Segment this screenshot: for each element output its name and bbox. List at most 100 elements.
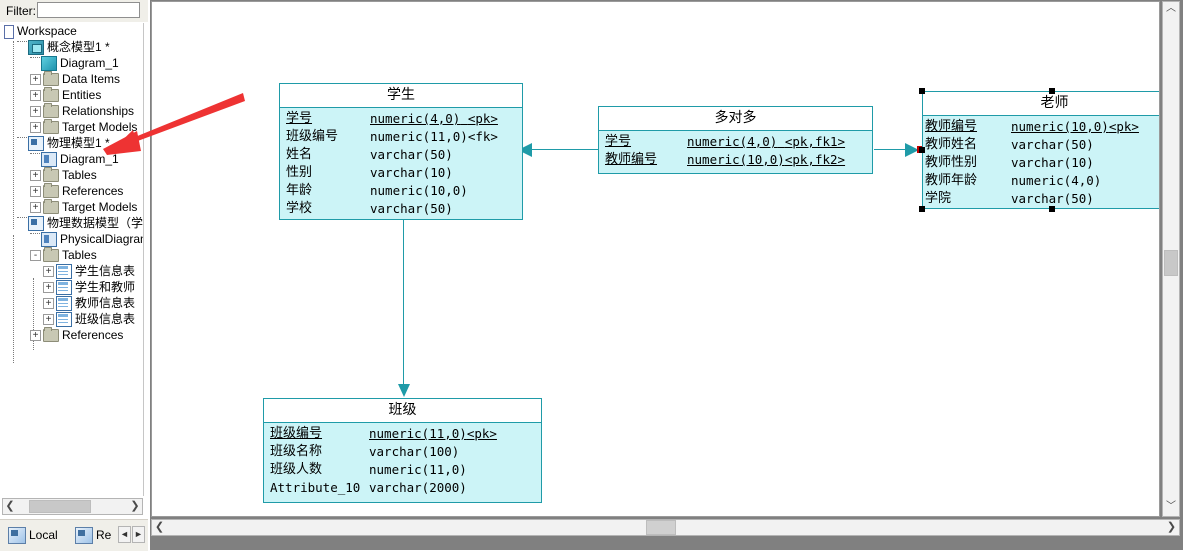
tree-connector-line: [30, 57, 40, 70]
table-row[interactable]: 学院 varchar(50): [923, 190, 1159, 208]
table-row[interactable]: 教师年龄 numeric(4,0): [923, 172, 1159, 190]
table-row[interactable]: 教师姓名 varchar(50): [923, 136, 1159, 154]
tree-expander-icon[interactable]: +: [30, 186, 41, 198]
tree-item-label: 班级信息表: [75, 312, 136, 326]
tree-expander-icon[interactable]: +: [43, 314, 54, 326]
scroll-right-arrow-icon[interactable]: ❯: [128, 499, 142, 514]
folder-icon: [43, 87, 59, 103]
tree-item-11[interactable]: + Target Models: [0, 199, 143, 215]
entity-student-title: 学生: [280, 84, 522, 108]
table-row[interactable]: 年龄 numeric(10,0): [280, 182, 522, 200]
table-row[interactable]: 班级人数 numeric(11,0): [264, 461, 541, 479]
tree-expander-icon[interactable]: +: [30, 202, 41, 214]
entity-class[interactable]: 班级 班级编号 numeric(11,0)<pk> 班级名称 varchar(100…: [263, 398, 542, 503]
vertical-scrollbar-thumb[interactable]: [1164, 250, 1178, 276]
tree-expander-icon[interactable]: +: [30, 170, 41, 182]
tree-expander-icon[interactable]: +: [43, 298, 54, 310]
folder-icon: [43, 247, 59, 263]
scroll-up-arrow-icon[interactable]: ︿: [1163, 2, 1179, 18]
tree-item-0[interactable]: Workspace: [0, 23, 143, 39]
table-row[interactable]: 教师性别 varchar(10): [923, 154, 1159, 172]
tree-connector-line: [30, 153, 40, 166]
tree-item-4[interactable]: + Entities: [0, 87, 143, 103]
entity-teacher-title: 老师: [923, 92, 1159, 116]
diagram-canvas[interactable]: 学生 学号 numeric(4,0) <pk> 班级编号 numeric(11,0)…: [151, 1, 1160, 517]
tree-item-label: Diagram_1: [60, 152, 119, 166]
resize-handle-bottom-left[interactable]: [919, 206, 925, 212]
entity-many-to-many[interactable]: 多对多 学号 numeric(4,0) <pk,fk1> 教师编号 numeric(…: [598, 106, 873, 174]
tree-connector-line: [17, 41, 27, 54]
tab-local[interactable]: Local: [8, 524, 58, 546]
tree-expander-icon[interactable]: +: [30, 90, 41, 102]
table-row[interactable]: 性别 varchar(10): [280, 164, 522, 182]
tree-item-label: 教师信息表: [75, 296, 136, 310]
table-row[interactable]: 学号 numeric(4,0) <pk,fk1>: [599, 133, 872, 151]
tree-expander-icon[interactable]: +: [30, 74, 41, 86]
tree-item-6[interactable]: + Target Models: [0, 119, 143, 135]
connector-many-to-student[interactable]: [530, 149, 598, 150]
table-row[interactable]: 学号 numeric(4,0) <pk>: [280, 110, 522, 128]
tree-item-14[interactable]: - Tables: [0, 247, 143, 263]
scroll-left-arrow-icon[interactable]: ❮: [3, 499, 17, 514]
tree-item-5[interactable]: + Relationships: [0, 103, 143, 119]
tree-item-13[interactable]: PhysicalDiagram: [0, 231, 143, 248]
tree-expander-icon[interactable]: -: [30, 250, 41, 262]
connector-arrowhead-class: [398, 384, 410, 397]
pdm-diagram-icon: [41, 152, 57, 168]
table-row[interactable]: Attribute_10 varchar(2000): [264, 479, 541, 497]
tree-item-label: Target Models: [62, 200, 138, 214]
table-row[interactable]: 姓名 varchar(50): [280, 146, 522, 164]
folder-icon: [43, 167, 59, 183]
connector-student-to-class[interactable]: [403, 220, 404, 388]
tree-item-label: References: [62, 328, 124, 342]
table-row[interactable]: 教师编号 numeric(10,0)<pk>: [923, 118, 1159, 136]
tree-expander-icon[interactable]: +: [43, 282, 54, 294]
table-row[interactable]: 教师编号 numeric(10,0)<pk,fk2>: [599, 151, 872, 169]
horizontal-scrollbar-thumb[interactable]: [646, 520, 676, 535]
application-window: Filter: Workspace 概念模型1 * Diagram_1 + Data I…: [0, 0, 1183, 551]
tree-item-16[interactable]: + 学生和教师: [0, 279, 143, 296]
canvas-scroll-right-arrow-icon[interactable]: ❯: [1164, 520, 1179, 535]
tree-item-15[interactable]: + 学生信息表: [0, 263, 143, 280]
table-row[interactable]: 班级编号 numeric(11,0)<fk>: [280, 128, 522, 146]
pdm-diagram-icon: [41, 232, 57, 248]
tab-prev-button[interactable]: ◄: [118, 526, 131, 543]
tab-next-button[interactable]: ►: [132, 526, 145, 543]
tree-expander-icon[interactable]: +: [43, 266, 54, 278]
table-row[interactable]: 班级编号 numeric(11,0)<pk>: [264, 425, 541, 443]
tree-item-18[interactable]: + 班级信息表: [0, 311, 143, 328]
entity-student[interactable]: 学生 学号 numeric(4,0) <pk> 班级编号 numeric(11,0)…: [279, 83, 523, 220]
canvas-scroll-left-arrow-icon[interactable]: ❮: [152, 520, 167, 535]
tree-item-1[interactable]: 概念模型1 *: [0, 39, 143, 56]
resize-handle-bottom-center[interactable]: [1049, 206, 1055, 212]
tree-item-8[interactable]: Diagram_1: [0, 151, 143, 168]
tab-repository[interactable]: Re: [75, 524, 111, 546]
column-name: 学号: [286, 111, 313, 126]
tree-item-2[interactable]: Diagram_1: [0, 55, 143, 72]
tree-expander-icon[interactable]: +: [30, 330, 41, 342]
tree-item-10[interactable]: + References: [0, 183, 143, 199]
canvas-horizontal-scrollbar[interactable]: ❮ ❯: [151, 519, 1180, 536]
tree-item-9[interactable]: + Tables: [0, 167, 143, 183]
tree-item-19[interactable]: + References: [0, 327, 143, 343]
tree-item-12[interactable]: 物理数据模型（学: [0, 215, 143, 232]
tree-expander-icon[interactable]: +: [30, 106, 41, 118]
table-row[interactable]: 学校 varchar(50): [280, 200, 522, 218]
canvas-vertical-scrollbar[interactable]: ︿ ﹀: [1162, 1, 1180, 517]
resize-handle-left-center[interactable]: [919, 147, 925, 153]
tree-expander-icon[interactable]: +: [30, 122, 41, 134]
tree-item-7[interactable]: 物理模型1 *: [0, 135, 143, 152]
tree-item-17[interactable]: + 教师信息表: [0, 295, 143, 312]
table-row[interactable]: 班级名称 varchar(100): [264, 443, 541, 461]
tree-item-label: Relationships: [62, 104, 135, 118]
model-tree[interactable]: Workspace 概念模型1 * Diagram_1 + Data Items + Ent…: [0, 23, 144, 496]
entity-teacher[interactable]: 老师 教师编号 numeric(10,0)<pk> 教师姓名 varchar(50)…: [922, 91, 1159, 209]
scrollbar-thumb[interactable]: [29, 500, 91, 513]
tree-horizontal-scrollbar[interactable]: ❮ ❯: [2, 498, 143, 515]
column-type: varchar(50): [1011, 137, 1094, 152]
resize-handle-top-center[interactable]: [1049, 88, 1055, 94]
tree-item-3[interactable]: + Data Items: [0, 71, 143, 87]
resize-handle-top-left[interactable]: [919, 88, 925, 94]
scroll-down-arrow-icon[interactable]: ﹀: [1163, 500, 1179, 516]
filter-input[interactable]: [37, 2, 140, 18]
